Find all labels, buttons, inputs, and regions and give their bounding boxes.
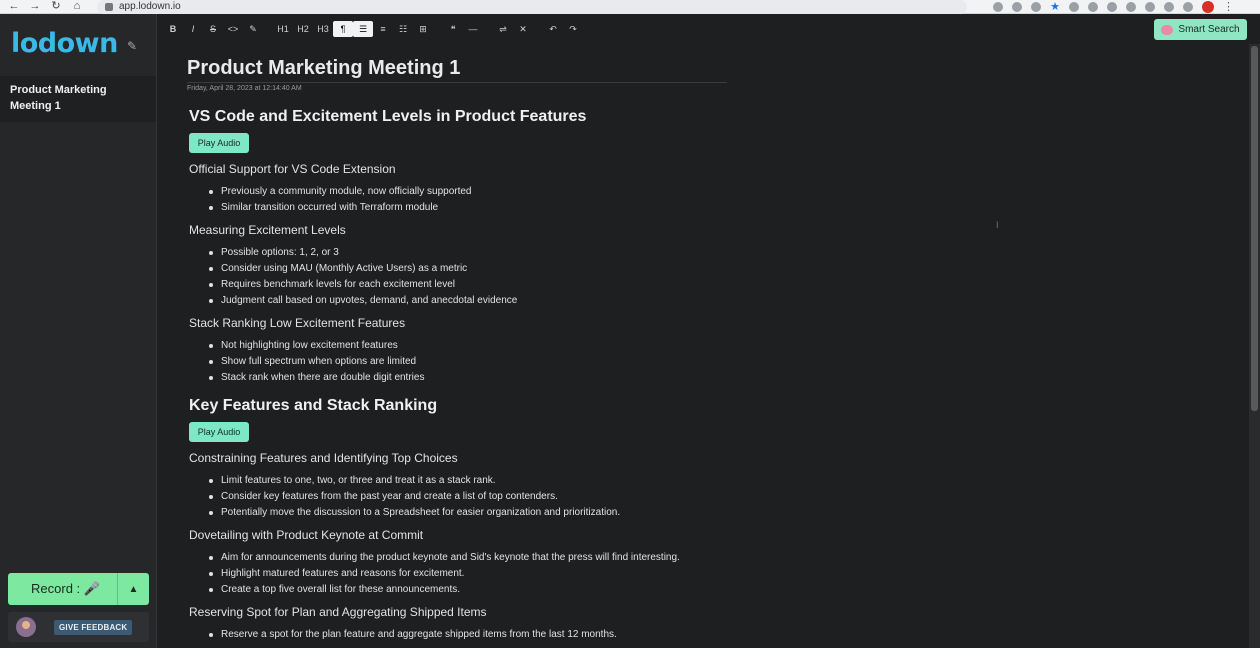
subsection-title[interactable]: Measuring Excitement Levels: [189, 223, 346, 237]
highlight-pen-icon[interactable]: ✎: [243, 21, 263, 37]
back-icon[interactable]: ←: [8, 1, 20, 13]
list-item[interactable]: Not highlighting low excitement features: [208, 338, 424, 354]
text-cursor-icon: I: [996, 220, 999, 230]
bullet-list: Limit features to one, two, or three and…: [208, 473, 620, 521]
reading-list-icon[interactable]: [1164, 1, 1174, 12]
subsection-title[interactable]: Dovetailing with Product Keynote at Comm…: [189, 528, 423, 542]
play-audio-button[interactable]: Play Audio: [189, 133, 249, 153]
strikethrough-button[interactable]: S: [203, 21, 223, 37]
sidebar-note-item[interactable]: Product Marketing Meeting 1: [0, 76, 156, 122]
scrollbar-thumb[interactable]: [1251, 46, 1258, 411]
lock-icon: [105, 2, 113, 11]
address-text: app.lodown.io: [119, 1, 181, 12]
play-audio-button[interactable]: Play Audio: [189, 422, 249, 442]
reload-icon[interactable]: ↻: [50, 1, 62, 13]
subsection-title[interactable]: Constraining Features and Identifying To…: [189, 451, 458, 465]
browser-nav: ← → ↻ ⌂: [0, 0, 83, 14]
forward-icon[interactable]: →: [29, 1, 41, 13]
italic-button[interactable]: I: [183, 21, 203, 37]
home-icon[interactable]: ⌂: [71, 1, 83, 13]
chevron-up-icon[interactable]: ▲: [118, 584, 149, 595]
table-button[interactable]: ⊞: [413, 21, 433, 37]
heading2-button[interactable]: H2: [293, 21, 313, 37]
brain-icon: [1161, 24, 1174, 35]
microphone-icon: 🎤: [83, 581, 100, 596]
heading1-button[interactable]: H1: [273, 21, 293, 37]
list-item[interactable]: Potentially move the discussion to a Spr…: [208, 505, 620, 521]
kebab-menu-icon[interactable]: ⋮: [1223, 0, 1234, 13]
address-bar[interactable]: app.lodown.io: [97, 0, 967, 14]
share-icon[interactable]: [1031, 1, 1042, 12]
give-feedback-button[interactable]: GIVE FEEDBACK: [54, 619, 133, 635]
subsection-title[interactable]: Official Support for VS Code Extension: [189, 162, 396, 176]
note-title[interactable]: Product Marketing Meeting 1: [187, 57, 460, 80]
browser-chrome: ← → ↻ ⌂ app.lodown.io ★ ⋮: [0, 0, 1260, 14]
horizontal-rule-button[interactable]: —: [463, 21, 483, 37]
list-item[interactable]: Consider using MAU (Monthly Active Users…: [208, 261, 517, 277]
extension-icon[interactable]: [1107, 1, 1117, 12]
heading3-button[interactable]: H3: [313, 21, 333, 37]
list-item[interactable]: Consider key features from the past year…: [208, 489, 620, 505]
redo-button[interactable]: ↷: [563, 21, 583, 37]
extension-icon[interactable]: [1126, 1, 1136, 12]
list-item[interactable]: Show full spectrum when options are limi…: [208, 354, 424, 370]
scrollbar[interactable]: [1249, 44, 1260, 648]
download-icon[interactable]: [1012, 1, 1023, 12]
code-button[interactable]: <>: [223, 21, 243, 37]
sidebar-note-title: Product Marketing Meeting 1: [10, 84, 107, 112]
user-avatar[interactable]: [16, 617, 36, 637]
smart-search-label: Smart Search: [1178, 24, 1240, 35]
bullet-list: Possible options: 1, 2, or 3 Consider us…: [208, 245, 517, 309]
list-item[interactable]: Create a top five overall list for these…: [209, 582, 680, 598]
list-item[interactable]: Judgment call based on upvotes, demand, …: [208, 293, 517, 309]
google-icon[interactable]: [993, 1, 1004, 12]
list-item[interactable]: Requires benchmark levels for each excit…: [208, 277, 517, 293]
bullet-list-button[interactable]: ☰: [353, 21, 373, 37]
extension-icon[interactable]: [1088, 1, 1098, 12]
clear-format-button[interactable]: ✕: [513, 21, 533, 37]
sidebar-icon[interactable]: [1183, 1, 1193, 12]
undo-button[interactable]: ↶: [543, 21, 563, 37]
list-item[interactable]: Highlight matured features and reasons f…: [209, 566, 680, 582]
record-label: Record : 🎤: [31, 581, 100, 596]
paragraph-button[interactable]: ¶: [333, 21, 353, 37]
bullet-list: Not highlighting low excitement features…: [208, 338, 424, 386]
quote-button[interactable]: ❝: [443, 21, 463, 37]
extension-icon[interactable]: [1069, 1, 1079, 12]
record-button[interactable]: Record : 🎤 ▲: [8, 573, 149, 605]
section-heading[interactable]: Key Features and Stack Ranking: [189, 397, 437, 415]
note-date: Friday, April 28, 2023 at 12:14:40 AM: [187, 85, 302, 92]
list-item[interactable]: Possible options: 1, 2, or 3: [208, 245, 517, 261]
sidebar: lodown ✎ Product Marketing Meeting 1 Rec…: [0, 14, 157, 648]
bullet-list: Previously a community module, now offic…: [209, 184, 472, 216]
editor-toolbar: B I S <> ✎ H1 H2 H3 ¶ ☰ ≡ ☷ ⊞ ❝ — ⇌ ✕ ↶ …: [157, 14, 1260, 44]
wrap-button[interactable]: ⇌: [493, 21, 513, 37]
bullet-list: Reserve a spot for the plan feature and …: [209, 627, 617, 643]
list-item[interactable]: Previously a community module, now offic…: [209, 184, 472, 200]
ordered-list-button[interactable]: ≡: [373, 21, 393, 37]
app-logo: lodown: [11, 28, 118, 59]
bullet-list: Aim for announcements during the product…: [209, 550, 680, 598]
bold-button[interactable]: B: [163, 21, 183, 37]
list-item[interactable]: Limit features to one, two, or three and…: [208, 473, 620, 489]
feedback-row: GIVE FEEDBACK: [8, 612, 149, 642]
smart-search-button[interactable]: Smart Search: [1154, 19, 1247, 40]
subsection-title[interactable]: Reserving Spot for Plan and Aggregating …: [189, 605, 487, 619]
list-item[interactable]: Stack rank when there are double digit e…: [208, 370, 424, 386]
profile-avatar-icon[interactable]: [1202, 0, 1214, 13]
subsection-title[interactable]: Stack Ranking Low Excitement Features: [189, 316, 405, 330]
list-item[interactable]: Reserve a spot for the plan feature and …: [209, 627, 617, 643]
list-item[interactable]: Similar transition occurred with Terrafo…: [209, 200, 472, 216]
browser-extensions: ★ ⋮: [993, 0, 1260, 13]
task-list-button[interactable]: ☷: [393, 21, 413, 37]
list-item[interactable]: Aim for announcements during the product…: [209, 550, 680, 566]
title-divider: [187, 82, 727, 83]
puzzle-icon[interactable]: [1145, 1, 1155, 12]
section-heading[interactable]: VS Code and Excitement Levels in Product…: [189, 108, 586, 126]
bookmark-star-icon[interactable]: ★: [1050, 0, 1060, 13]
new-note-icon[interactable]: ✎: [127, 40, 139, 52]
